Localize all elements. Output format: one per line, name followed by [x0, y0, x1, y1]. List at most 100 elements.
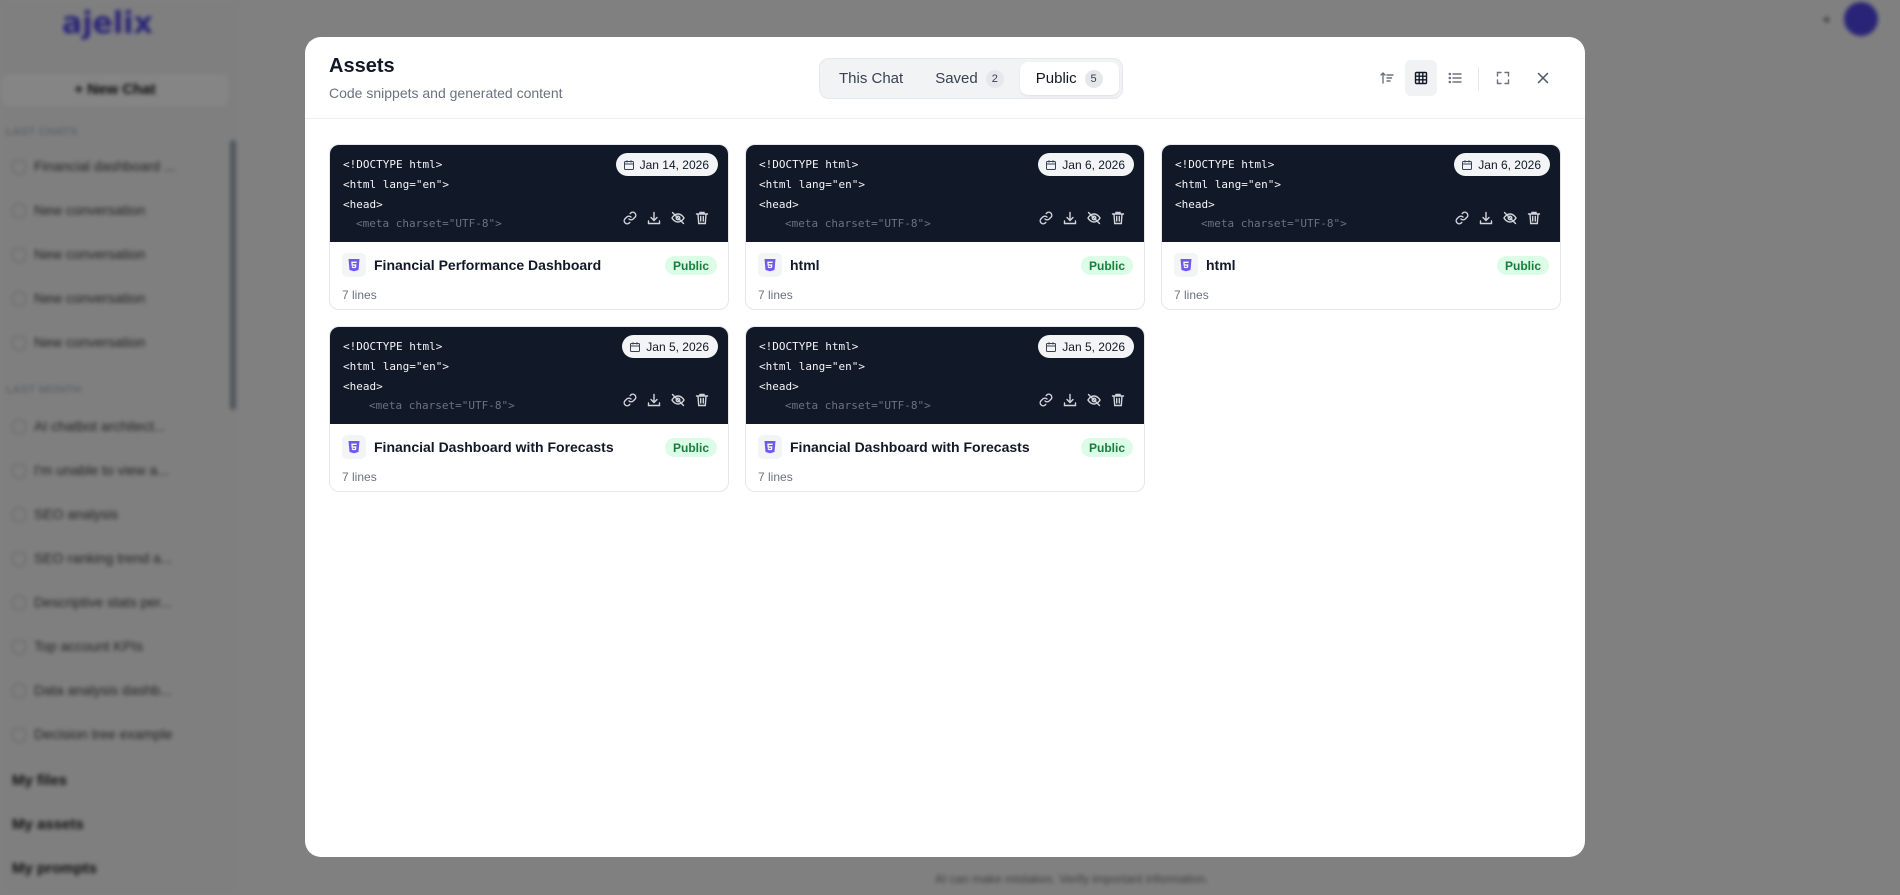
calendar-icon — [1462, 159, 1473, 170]
asset-line-count: 7 lines — [342, 288, 377, 302]
html5-icon — [764, 441, 776, 454]
html-file-icon — [342, 435, 366, 459]
asset-date: Jan 6, 2026 — [1478, 157, 1541, 172]
code-line: <html lang="en"> — [1175, 178, 1281, 191]
html-file-icon — [758, 435, 782, 459]
code-line: <head> — [343, 198, 383, 211]
code-line: <meta charset="UTF-8"> — [1201, 217, 1347, 230]
modal-header: Assets Code snippets and generated conte… — [305, 37, 1585, 119]
sort-icon — [1380, 72, 1394, 84]
hide-button[interactable] — [1501, 209, 1518, 226]
html5-icon — [348, 441, 360, 454]
modal-title: Assets — [329, 55, 395, 77]
tab-count-badge: 2 — [985, 69, 1004, 88]
delete-button[interactable] — [1109, 391, 1126, 408]
copy-link-button[interactable] — [621, 391, 638, 408]
tab-public[interactable]: Public 5 — [1019, 62, 1119, 95]
list-view-button[interactable] — [1439, 60, 1471, 96]
delete-button[interactable] — [693, 209, 710, 226]
card-info: Financial Dashboard with Forecasts Publi… — [746, 424, 1144, 491]
calendar-icon — [623, 159, 634, 170]
download-icon — [1063, 211, 1076, 224]
eye-off-icon — [1502, 211, 1517, 224]
tab-saved[interactable]: Saved 2 — [919, 62, 1020, 95]
code-line: <head> — [343, 380, 383, 393]
link-icon — [623, 211, 636, 224]
html-file-icon — [758, 253, 782, 277]
copy-link-button[interactable] — [621, 209, 638, 226]
date-pill: Jan 5, 2026 — [622, 335, 718, 358]
copy-link-button[interactable] — [1453, 209, 1470, 226]
asset-line-count: 7 lines — [758, 470, 793, 484]
code-line: <html lang="en"> — [759, 360, 865, 373]
grid-view-button[interactable] — [1405, 60, 1437, 96]
asset-title: html — [790, 257, 820, 273]
asset-title: Financial Performance Dashboard — [374, 257, 602, 273]
download-button[interactable] — [645, 391, 662, 408]
code-preview: <!DOCTYPE html> <html lang="en"> <head> … — [1162, 145, 1560, 242]
public-badge: Public — [1080, 438, 1133, 457]
copy-link-button[interactable] — [1037, 209, 1054, 226]
asset-date: Jan 6, 2026 — [1062, 157, 1125, 172]
asset-tabs: This Chat Saved 2 Public 5 — [819, 58, 1123, 99]
close-icon — [1537, 72, 1549, 84]
calendar-icon — [630, 341, 641, 352]
date-pill: Jan 6, 2026 — [1454, 153, 1550, 176]
tab-this-chat[interactable]: This Chat — [823, 62, 919, 95]
code-line: <html lang="en"> — [343, 178, 449, 191]
html5-icon — [764, 259, 776, 272]
delete-button[interactable] — [1525, 209, 1542, 226]
card-info: Financial Performance Dashboard Public 7… — [330, 242, 728, 309]
download-button[interactable] — [1061, 391, 1078, 408]
asset-date: Jan 14, 2026 — [639, 157, 709, 172]
eye-off-icon — [1086, 211, 1101, 224]
asset-card[interactable]: <!DOCTYPE html> <html lang="en"> <head> … — [329, 326, 729, 492]
card-actions — [621, 391, 710, 408]
code-line: <head> — [759, 198, 799, 211]
date-pill: Jan 5, 2026 — [1038, 335, 1134, 358]
asset-title: html — [1206, 257, 1236, 273]
delete-button[interactable] — [1109, 209, 1126, 226]
calendar-icon — [1046, 341, 1057, 352]
asset-date: Jan 5, 2026 — [646, 339, 709, 354]
asset-card[interactable]: <!DOCTYPE html> <html lang="en"> <head> … — [329, 144, 729, 310]
card-actions — [1037, 209, 1126, 226]
download-button[interactable] — [1061, 209, 1078, 226]
asset-date: Jan 5, 2026 — [1062, 339, 1125, 354]
download-button[interactable] — [645, 209, 662, 226]
asset-card[interactable]: <!DOCTYPE html> <html lang="en"> <head> … — [1161, 144, 1561, 310]
asset-line-count: 7 lines — [758, 288, 793, 302]
html-file-icon — [1174, 253, 1198, 277]
hide-button[interactable] — [1085, 209, 1102, 226]
copy-link-button[interactable] — [1037, 391, 1054, 408]
trash-icon — [695, 211, 708, 224]
eye-off-icon — [1086, 393, 1101, 406]
hide-button[interactable] — [1085, 391, 1102, 408]
asset-title: Financial Dashboard with Forecasts — [374, 439, 614, 455]
grid-view-icon — [1414, 71, 1428, 85]
asset-card[interactable]: <!DOCTYPE html> <html lang="en"> <head> … — [745, 144, 1145, 310]
fullscreen-button[interactable] — [1487, 60, 1519, 96]
download-button[interactable] — [1477, 209, 1494, 226]
sort-button[interactable] — [1371, 60, 1403, 96]
tab-count-badge: 5 — [1084, 69, 1103, 88]
delete-button[interactable] — [693, 391, 710, 408]
card-info: html Public 7 lines — [746, 242, 1144, 309]
public-badge: Public — [664, 256, 717, 275]
hide-button[interactable] — [669, 209, 686, 226]
download-icon — [647, 393, 660, 406]
asset-card[interactable]: <!DOCTYPE html> <html lang="en"> <head> … — [745, 326, 1145, 492]
code-preview: <!DOCTYPE html> <html lang="en"> <head> … — [746, 327, 1144, 424]
trash-icon — [695, 393, 708, 406]
tab-label: This Chat — [839, 70, 904, 87]
code-line: <head> — [759, 380, 799, 393]
hide-button[interactable] — [669, 391, 686, 408]
public-badge: Public — [1496, 256, 1549, 275]
code-line: <!DOCTYPE html> — [759, 340, 859, 353]
code-line: <meta charset="UTF-8"> — [369, 399, 515, 412]
eye-off-icon — [670, 211, 685, 224]
link-icon — [1455, 211, 1468, 224]
html5-icon — [1180, 259, 1192, 272]
close-button[interactable] — [1527, 60, 1559, 96]
code-line: <!DOCTYPE html> — [759, 158, 859, 171]
